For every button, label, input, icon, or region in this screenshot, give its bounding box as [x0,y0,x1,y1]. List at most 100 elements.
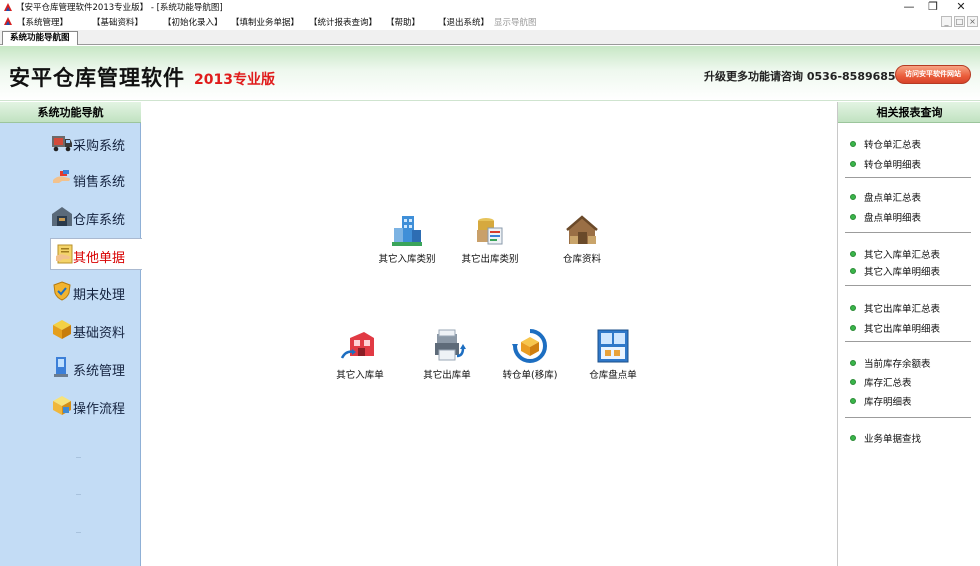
restore-icon[interactable]: ❐ [920,0,946,14]
building-category-icon [392,216,422,246]
banner: 安平仓库管理软件 2013专业版 升级更多功能请咨询 0536-8589685 … [0,46,980,101]
shortcut-transfer-doc[interactable]: 转仓单(移库) [485,328,575,384]
transfer-icon [512,329,547,363]
report-link-stock-detail[interactable]: 库存明细表 [850,394,912,408]
outbound-doc-icon [435,329,466,361]
bullet-icon [850,435,856,441]
menu-system-management[interactable]: 【系统管理】 [17,16,68,28]
nav-item-period-end[interactable]: 期末处理 [48,276,140,308]
promo-text: 升级更多功能请咨询 0536-8589685 [704,70,896,83]
report-panel: 相关报表查询 转仓单汇总表 转仓单明细表 盘点单汇总表 盘点单明细表 其它入库单… [837,102,980,566]
app-menu-icon[interactable] [3,16,13,26]
tab-strip: 系统功能导航图 [0,30,980,45]
report-link-document-search[interactable]: 业务单据查找 [850,431,921,445]
cube-icon [53,320,71,339]
left-nav-panel: 系统功能导航 采购系统 销售系统 仓库系统 其他单据 期末处理 基础资料 系统管… [0,102,142,566]
menu-exit[interactable]: 【退出系统】 [438,16,489,28]
cube-flow-icon [53,396,71,415]
shortcut-label: 其它出库单 [423,370,471,381]
nav-item-purchase[interactable]: 采购系统 [48,127,140,159]
nav-item-basic-data[interactable]: 基础资料 [48,314,140,346]
menu-report-query[interactable]: 【统计报表查询】 [309,16,377,28]
truck-icon [52,136,72,152]
shortcut-warehouse-info[interactable]: 仓库资料 [537,214,627,270]
divider [845,341,971,342]
menu-help[interactable]: 【帮助】 [386,16,420,28]
report-link-stock-balance[interactable]: 当前库存余额表 [850,356,931,370]
bullet-icon [850,268,856,274]
report-link-inventory-detail[interactable]: 盘点单明细表 [850,210,921,224]
divider [845,417,971,418]
menu-basic-data[interactable]: 【基础资料】 [92,16,143,28]
close-icon[interactable]: ✕ [948,0,974,14]
shortcut-other-outbound-category[interactable]: 其它出库类别 [445,214,535,270]
bullet-icon [850,379,856,385]
menu-show-nav: 显示导航图 [494,18,537,28]
shortcut-label: 其它入库单 [336,370,384,381]
nav-label-period-end: 期末处理 [73,288,126,303]
mdi-close-icon[interactable]: × [967,16,978,27]
nav-label-other-documents: 其他单据 [73,251,126,266]
minimize-icon[interactable]: — [896,0,922,14]
menu-business-documents[interactable]: 【填制业务单据】 [231,16,299,28]
bullet-icon [850,141,856,147]
report-link-transfer-summary[interactable]: 转仓单汇总表 [850,137,921,151]
left-nav-header: 系统功能导航 [0,102,141,123]
bullet-icon [850,161,856,167]
boxes-category-icon [477,218,503,245]
inventory-check-icon [597,329,629,363]
bullet-icon [850,251,856,257]
bullet-icon [850,214,856,220]
bullet-icon [850,325,856,331]
shortcut-label: 其它出库类别 [461,254,519,265]
report-link-other-inbound-detail[interactable]: 其它入库单明细表 [850,264,940,278]
mdi-restore-icon[interactable]: □ [954,16,965,27]
nav-label-system-management: 系统管理 [73,364,126,379]
brand-edition: 2013专业版 [194,72,275,88]
report-link-other-inbound-summary[interactable]: 其它入库单汇总表 [850,247,940,261]
shield-icon [53,281,71,301]
tab-nav-map[interactable]: 系统功能导航图 [2,31,78,45]
hand-icon [53,170,70,183]
shortcut-other-inbound-category[interactable]: 其它入库类别 [362,214,452,270]
nav-item-sales[interactable]: 销售系统 [48,163,140,195]
nav-item-warehouse[interactable]: 仓库系统 [48,201,140,233]
nav-item-other-documents[interactable]: 其他单据 [50,238,142,270]
shortcut-other-outbound-doc[interactable]: 其它出库单 [402,328,492,384]
nav-item-workflow[interactable]: 操作流程 [48,390,140,422]
house-icon [566,215,598,244]
report-link-transfer-detail[interactable]: 转仓单明细表 [850,157,921,171]
shortcut-label: 转仓单(移库) [502,370,558,381]
divider [845,285,971,286]
divider [76,532,81,533]
menu-bar: 【系统管理】 【基础资料】 【初始化录入】 【填制业务单据】 【统计报表查询】 … [0,14,980,30]
shortcut-label: 其它入库类别 [378,254,436,265]
mdi-minimize-icon[interactable]: _ [941,16,952,27]
report-link-stock-summary[interactable]: 库存汇总表 [850,375,912,389]
report-link-inventory-summary[interactable]: 盘点单汇总表 [850,190,921,204]
inbound-doc-icon [340,332,374,359]
computer-icon [54,357,68,377]
menu-initial-entry[interactable]: 【初始化录入】 [163,16,223,28]
nav-item-system-management[interactable]: 系统管理 [48,352,140,384]
shortcut-label: 仓库资料 [562,254,601,265]
divider [845,232,971,233]
warehouse-icon [52,207,72,226]
bullet-icon [850,398,856,404]
report-link-other-outbound-detail[interactable]: 其它出库单明细表 [850,321,940,335]
nav-label-workflow: 操作流程 [73,402,126,417]
shortcut-other-inbound-doc[interactable]: 其它入库单 [315,328,405,384]
nav-label-sales: 销售系统 [73,175,126,190]
bullet-icon [850,194,856,200]
shortcut-inventory-check[interactable]: 仓库盘点单 [568,328,658,384]
nav-label-basic-data: 基础资料 [73,326,126,341]
nav-label-purchase: 采购系统 [73,139,126,154]
brand-title: 安平仓库管理软件 [9,66,185,90]
divider [845,177,971,178]
app-icon [4,3,12,11]
report-link-other-outbound-summary[interactable]: 其它出库单汇总表 [850,301,940,315]
divider [76,457,81,458]
shortcut-label: 仓库盘点单 [589,370,637,381]
bullet-icon [850,305,856,311]
visit-website-button[interactable]: 访问安平软件网站 [895,65,971,84]
